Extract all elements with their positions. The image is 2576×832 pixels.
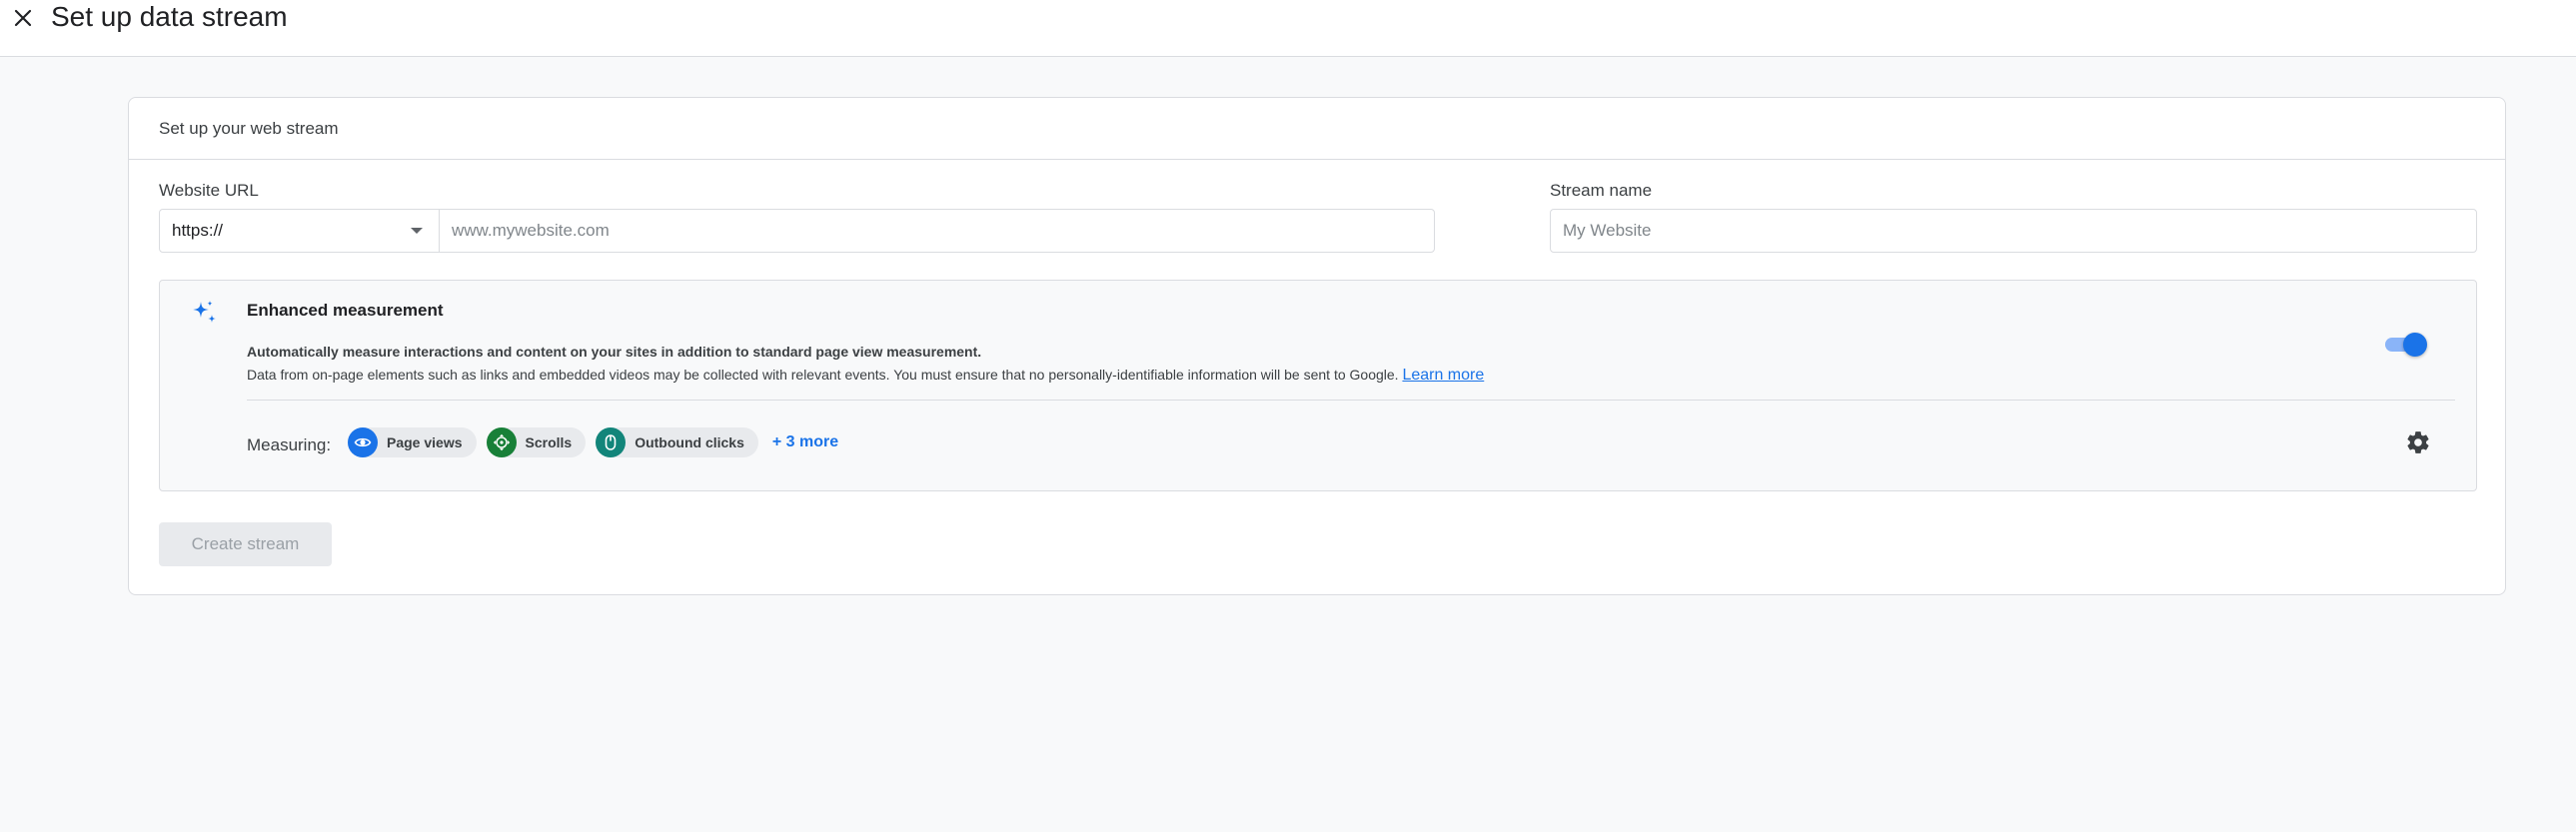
- scroll-icon: [486, 427, 517, 457]
- mouse-icon: [596, 427, 627, 457]
- website-url-field: https://: [159, 209, 1435, 253]
- protocol-dropdown[interactable]: https://: [160, 210, 440, 252]
- gear-icon: [2407, 431, 2429, 453]
- chip-page-views[interactable]: Page views: [348, 427, 477, 457]
- close-icon: [14, 9, 32, 27]
- create-stream-button[interactable]: Create stream: [159, 522, 332, 566]
- chip-label: Page views: [387, 434, 463, 450]
- enhanced-measurement-description: Data from on-page elements such as links…: [247, 367, 1484, 385]
- measuring-label: Measuring:: [247, 435, 332, 454]
- protocol-value: https://: [172, 221, 224, 240]
- page-title: Set up data stream: [51, 1, 288, 32]
- card-title: Set up your web stream: [159, 119, 339, 138]
- measuring-chips: Page views Scrolls Outbound clicks + 3 m…: [348, 427, 838, 457]
- chevron-down-icon: [411, 228, 423, 234]
- divider: [247, 400, 2455, 401]
- chip-label: Outbound clicks: [635, 434, 744, 450]
- more-measurements-link[interactable]: + 3 more: [772, 433, 838, 451]
- chip-scrolls[interactable]: Scrolls: [486, 427, 587, 457]
- eye-icon: [348, 427, 378, 457]
- enhanced-measurement-title: Enhanced measurement: [247, 301, 444, 320]
- description-text: Data from on-page elements such as links…: [247, 367, 1399, 383]
- chip-label: Scrolls: [525, 434, 573, 450]
- card-header: Set up your web stream: [129, 98, 2505, 160]
- enhanced-measurement-toggle[interactable]: [2383, 331, 2427, 359]
- settings-button[interactable]: [2403, 427, 2433, 457]
- web-stream-card: Set up your web stream Website URL https…: [128, 97, 2506, 595]
- sparkle-icon: [193, 301, 216, 323]
- stream-name-label: Stream name: [1550, 181, 1653, 200]
- chip-outbound-clicks[interactable]: Outbound clicks: [596, 427, 758, 457]
- close-button[interactable]: [10, 5, 36, 31]
- toggle-knob: [2403, 333, 2427, 357]
- learn-more-link[interactable]: Learn more: [1402, 367, 1484, 384]
- top-bar: Set up data stream: [0, 0, 2576, 57]
- enhanced-measurement-panel: Enhanced measurement Automatically measu…: [159, 280, 2477, 491]
- website-url-label: Website URL: [159, 181, 259, 200]
- website-url-input[interactable]: [440, 210, 1434, 252]
- enhanced-measurement-summary: Automatically measure interactions and c…: [247, 344, 982, 360]
- stream-name-input[interactable]: [1550, 209, 2477, 253]
